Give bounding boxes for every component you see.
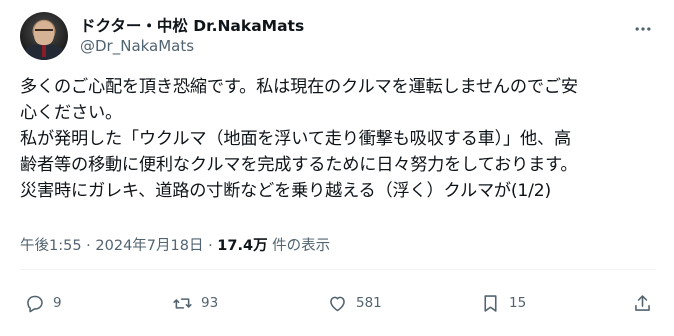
tweet-date[interactable]: 2024年7月18日 — [95, 238, 203, 254]
repost-count: 93 — [201, 295, 219, 311]
author-handle[interactable]: @Dr_NakaMats — [80, 37, 194, 55]
repost-button[interactable]: 93 — [172, 290, 218, 316]
heart-icon — [330, 296, 345, 311]
tweet-header: ドクター・中松 Dr.NakaMats @Dr_NakaMats — [20, 12, 658, 60]
avatar[interactable] — [20, 12, 68, 60]
share-button[interactable] — [632, 290, 653, 316]
avatar-tie — [42, 45, 46, 57]
reply-count: 9 — [53, 295, 62, 311]
avatar-glasses — [35, 29, 53, 35]
repost-icon — [173, 297, 192, 309]
reply-button[interactable]: 9 — [24, 290, 62, 316]
bookmark-button[interactable]: 15 — [480, 290, 526, 316]
tweet-line: 私が発明した「ウクルマ（地面を浮いて走り衝撃も吸収する車）」他、高 — [20, 129, 571, 149]
tweet-meta: 午後1:55 · 2024年7月18日 · 17.4万 件の表示 — [20, 234, 330, 255]
view-count[interactable]: 17.4万 — [217, 238, 267, 254]
tweet-line: 齢者等の移動に便利なクルマを完成するために日々努力をしております。 — [20, 155, 578, 175]
meta-separator: · — [203, 238, 218, 254]
tweet-time[interactable]: 午後1:55 — [20, 238, 82, 254]
action-bar: 9 93 581 15 — [20, 290, 656, 316]
share-icon — [635, 294, 650, 311]
tweet-line: 心ください。 — [20, 103, 122, 123]
more-horizontal-icon[interactable] — [632, 18, 654, 40]
like-count: 581 — [356, 295, 382, 311]
meta-separator: · — [81, 238, 96, 254]
bookmark-count: 15 — [509, 295, 527, 311]
view-count-label: 件の表示 — [267, 238, 331, 254]
tweet-line: 災害時にガレキ、道路の寸断などを乗り越える（浮く）クルマが(1/2) — [20, 181, 551, 201]
tweet-text: 多くのご心配を頂き恐縮です。私は現在のクルマを運転しませんのでご安 心ください。… — [20, 74, 660, 204]
author-name[interactable]: ドクター・中松 Dr.NakaMats — [80, 14, 304, 36]
tweet-line: 多くのご心配を頂き恐縮です。私は現在のクルマを運転しませんのでご安 — [20, 77, 578, 97]
divider — [20, 269, 656, 270]
bookmark-icon — [484, 294, 497, 312]
like-button[interactable]: 581 — [327, 290, 382, 316]
reply-icon — [27, 295, 43, 312]
